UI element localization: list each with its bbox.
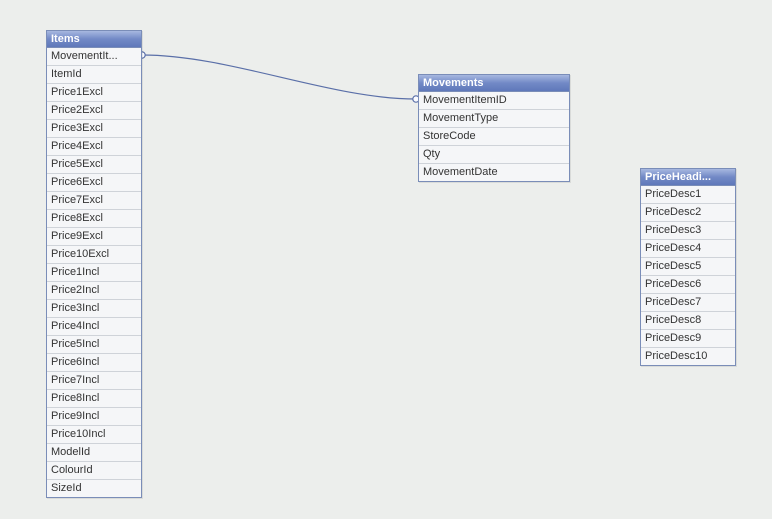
field-price6excl[interactable]: Price6Excl (47, 174, 141, 192)
field-price8excl[interactable]: Price8Excl (47, 210, 141, 228)
field-price5excl[interactable]: Price5Excl (47, 156, 141, 174)
field-price7incl[interactable]: Price7Incl (47, 372, 141, 390)
field-sizeid[interactable]: SizeId (47, 480, 141, 497)
field-itemid[interactable]: ItemId (47, 66, 141, 84)
entity-movements[interactable]: Movements MovementItemID MovementType St… (418, 74, 570, 182)
field-movementtype[interactable]: MovementType (419, 110, 569, 128)
field-price10incl[interactable]: Price10Incl (47, 426, 141, 444)
field-movementdate[interactable]: MovementDate (419, 164, 569, 181)
field-price4incl[interactable]: Price4Incl (47, 318, 141, 336)
field-pricedesc8[interactable]: PriceDesc8 (641, 312, 735, 330)
field-price7excl[interactable]: Price7Excl (47, 192, 141, 210)
field-pricedesc6[interactable]: PriceDesc6 (641, 276, 735, 294)
field-pricedesc9[interactable]: PriceDesc9 (641, 330, 735, 348)
field-price9incl[interactable]: Price9Incl (47, 408, 141, 426)
field-price2excl[interactable]: Price2Excl (47, 102, 141, 120)
relationship-line (142, 55, 416, 99)
entity-priceheadings[interactable]: PriceHeadi... PriceDesc1 PriceDesc2 Pric… (640, 168, 736, 366)
field-pricedesc7[interactable]: PriceDesc7 (641, 294, 735, 312)
field-storecode[interactable]: StoreCode (419, 128, 569, 146)
field-pricedesc3[interactable]: PriceDesc3 (641, 222, 735, 240)
relationship-items-movements (139, 52, 419, 102)
field-price1excl[interactable]: Price1Excl (47, 84, 141, 102)
field-price10excl[interactable]: Price10Excl (47, 246, 141, 264)
field-price3incl[interactable]: Price3Incl (47, 300, 141, 318)
field-price6incl[interactable]: Price6Incl (47, 354, 141, 372)
field-movementit[interactable]: MovementIt... (47, 48, 141, 66)
field-price4excl[interactable]: Price4Excl (47, 138, 141, 156)
entity-items[interactable]: Items MovementIt... ItemId Price1Excl Pr… (46, 30, 142, 498)
field-price9excl[interactable]: Price9Excl (47, 228, 141, 246)
field-movementitemid[interactable]: MovementItemID (419, 92, 569, 110)
field-price8incl[interactable]: Price8Incl (47, 390, 141, 408)
field-price5incl[interactable]: Price5Incl (47, 336, 141, 354)
entity-movements-header[interactable]: Movements (419, 75, 569, 92)
field-pricedesc5[interactable]: PriceDesc5 (641, 258, 735, 276)
field-pricedesc1[interactable]: PriceDesc1 (641, 186, 735, 204)
field-pricedesc10[interactable]: PriceDesc10 (641, 348, 735, 365)
entity-priceheadings-header[interactable]: PriceHeadi... (641, 169, 735, 186)
field-price2incl[interactable]: Price2Incl (47, 282, 141, 300)
field-modelid[interactable]: ModelId (47, 444, 141, 462)
field-colourid[interactable]: ColourId (47, 462, 141, 480)
field-pricedesc4[interactable]: PriceDesc4 (641, 240, 735, 258)
field-qty[interactable]: Qty (419, 146, 569, 164)
entity-items-header[interactable]: Items (47, 31, 141, 48)
field-price1incl[interactable]: Price1Incl (47, 264, 141, 282)
diagram-canvas: Items MovementIt... ItemId Price1Excl Pr… (0, 0, 772, 519)
field-pricedesc2[interactable]: PriceDesc2 (641, 204, 735, 222)
field-price3excl[interactable]: Price3Excl (47, 120, 141, 138)
